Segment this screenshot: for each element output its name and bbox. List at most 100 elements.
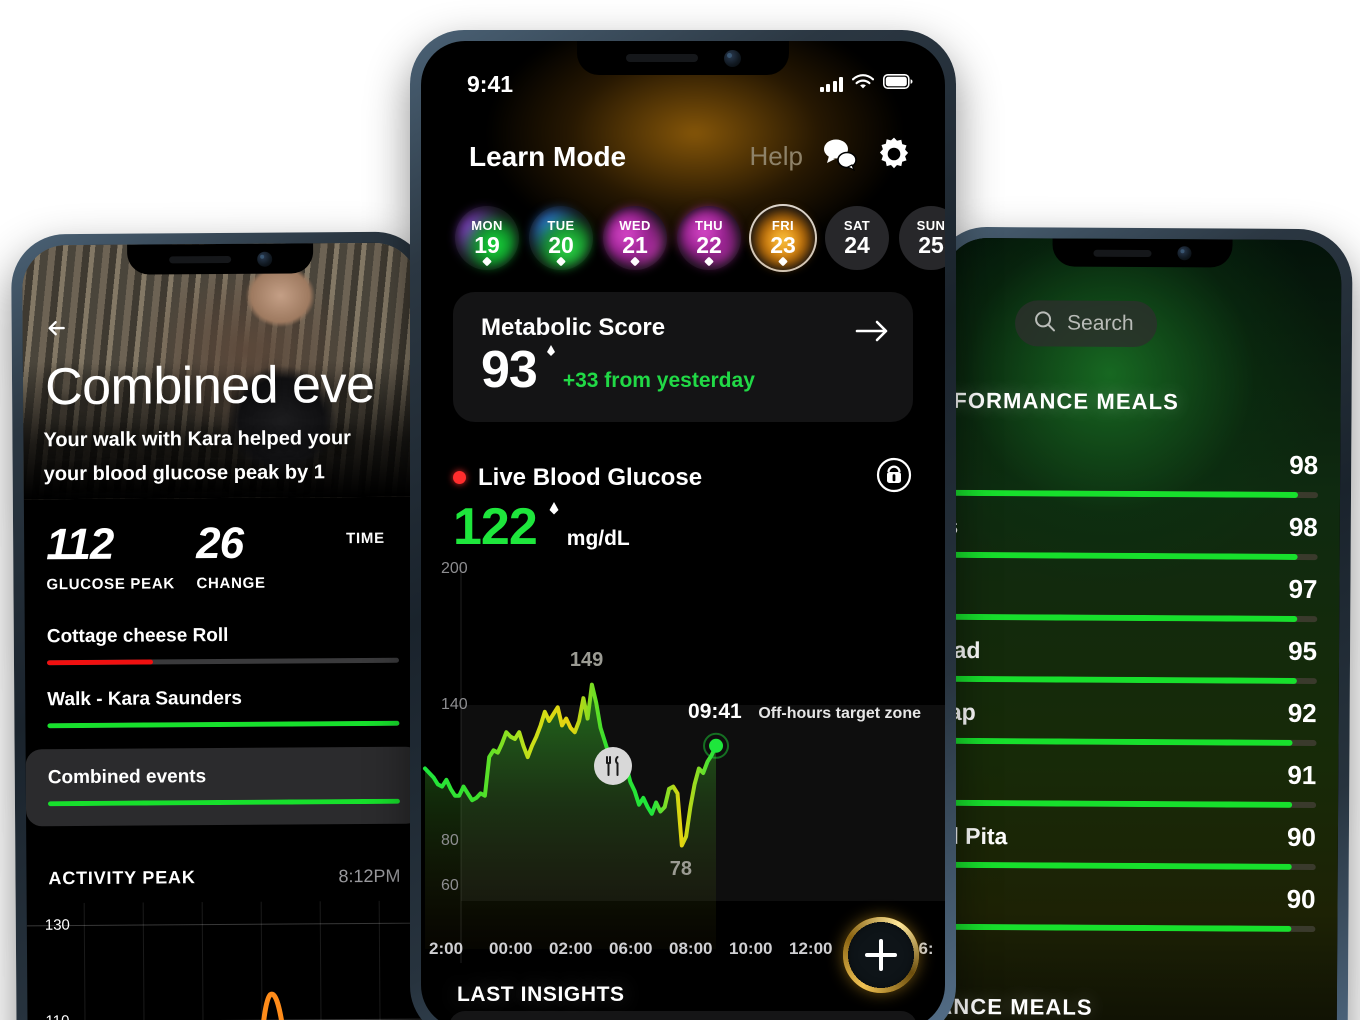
list-item[interactable]: y97 — [938, 558, 1318, 623]
live-dot-icon — [453, 471, 466, 484]
day-date: 22 — [696, 231, 722, 258]
help-label[interactable]: Help — [750, 141, 803, 172]
event-title: Combined events — [47, 766, 207, 789]
left-notch — [127, 243, 314, 275]
axis-tick-label: 80 — [441, 832, 459, 849]
day-pill-sat[interactable]: SAT 24 — [825, 206, 889, 270]
signal-bars-icon — [819, 76, 843, 92]
event-title: Walk - Kara Saunders — [47, 687, 242, 711]
day-date: 24 — [844, 231, 870, 258]
metabolic-score-delta: +33 from yesterday — [562, 369, 755, 392]
plus-icon — [865, 939, 897, 971]
header-actions: Help — [750, 135, 913, 178]
left-phone-screen: Combined eve Your walk with Kara helped … — [22, 242, 424, 1020]
section-title-high-performance-meals: ERFORMANCE MEALS — [938, 387, 1180, 415]
axis-tick-label: 08:00 — [669, 939, 713, 958]
meals-list: ar98kes98y97Salad95Wrap92Fry91and Pita90… — [938, 434, 1318, 933]
axis-tick-label: 10:00 — [729, 939, 773, 958]
stat-label: CHANGE — [196, 574, 266, 593]
list-item[interactable]: Walk - Kara Saunders — [25, 676, 421, 742]
axis-tick-label: 02:00 — [549, 939, 593, 958]
front-camera-icon — [1177, 246, 1192, 261]
list-item[interactable]: sa90 — [938, 868, 1316, 933]
axis-tick-label: 2:00 — [429, 939, 464, 958]
status-bar-icons — [819, 73, 914, 95]
list-item[interactable]: Wrap 92 — [938, 682, 1317, 747]
stat-glucose-peak: 112 GLUCOSE PEAK — [46, 520, 196, 594]
front-camera-icon — [256, 251, 272, 267]
app-header: Learn Mode Help — [421, 105, 945, 178]
gear-icon[interactable] — [875, 135, 913, 178]
day-weekday: SAT — [843, 217, 871, 233]
status-bar-time: 9:41 — [467, 70, 514, 97]
stat-change: 26 CHANGE — [195, 518, 346, 593]
day-date: 25 — [918, 231, 944, 258]
day-weekday: MON — [471, 217, 503, 233]
center-phone-device: 9:41 Learn Mode Help MON 19 TUE 20 WED 2… — [410, 30, 956, 1020]
right-phone-device: Search ERFORMANCE MEALS ar98kes98y97Sala… — [927, 226, 1353, 1020]
activity-peak-header: ACTIVITY PEAK 8:12PM — [26, 830, 422, 896]
meal-score: 91 — [1287, 759, 1317, 791]
arrow-right-icon[interactable] — [855, 318, 889, 349]
day-pill-tue[interactable]: TUE 20 — [529, 206, 593, 270]
day-pill-wed[interactable]: WED 21 — [603, 206, 667, 270]
activity-peak-chart: 130 110 — [26, 900, 424, 1020]
status-bar: 9:41 — [421, 41, 945, 105]
list-item[interactable]: Salad 95 — [938, 620, 1318, 685]
activity-peak-label: ACTIVITY PEAK — [48, 867, 196, 889]
target-zone-label: Off-hours target zone — [758, 705, 921, 722]
stat-value: 26 — [195, 518, 244, 569]
meal-score: 92 — [1287, 697, 1317, 729]
day-date: 19 — [474, 231, 500, 258]
meal-score: 90 — [1286, 821, 1317, 853]
axis-tick-label: 00:00 — [489, 939, 533, 958]
week-day-selector: MON 19 TUE 20 WED 21 THU 22 FRI 23 SAT 24 SUN 25 — [421, 178, 945, 270]
arrow-left-icon[interactable] — [41, 311, 75, 345]
list-item[interactable]: ar98 — [938, 434, 1318, 499]
add-button[interactable] — [843, 917, 919, 993]
day-weekday: WED — [619, 217, 651, 233]
day-pill-sun[interactable]: SUN 25 — [899, 206, 945, 270]
cgm-sensor-icon[interactable] — [875, 456, 913, 499]
event-bar-fill — [46, 659, 153, 666]
meal-score: 98 — [1288, 511, 1318, 543]
meal-score: 95 — [1288, 635, 1318, 667]
meal-score: 97 — [1288, 573, 1318, 605]
chat-bubbles-icon[interactable] — [819, 137, 859, 176]
day-pill-thu[interactable]: THU 22 — [677, 206, 741, 270]
screenshot-root: Combined eve Your walk with Kara helped … — [0, 0, 1360, 1020]
insight-card-peek[interactable] — [449, 1011, 917, 1020]
glucose-chart[interactable]: 200 140 80 60 Off-hours target zone 149 … — [421, 560, 945, 963]
metabolic-score-card[interactable]: Metabolic Score 93 +33 from yesterday — [453, 292, 913, 422]
day-pill-mon[interactable]: MON 19 — [455, 206, 519, 270]
list-item[interactable]: Fry91 — [938, 744, 1317, 809]
live-glucose-unit: mg/dL — [566, 527, 630, 550]
day-date: 23 — [770, 231, 796, 258]
right-phone-screen: Search ERFORMANCE MEALS ar98kes98y97Sala… — [938, 237, 1342, 1020]
live-glucose-value: 122 — [453, 498, 538, 556]
list-item[interactable]: and Pita90 — [938, 806, 1317, 871]
center-phone-screen: 9:41 Learn Mode Help MON 19 TUE 20 WED 2… — [421, 41, 945, 1020]
live-glucose-label: Live Blood Glucose — [478, 463, 703, 491]
battery-icon — [883, 74, 913, 94]
event-title: Cottage cheese Roll — [46, 624, 229, 648]
day-pill-fri[interactable]: FRI 23 — [751, 206, 815, 270]
event-bar-track — [47, 798, 400, 807]
search-input[interactable]: Search — [1014, 300, 1158, 348]
list-item[interactable]: Cottage cheese Roll — [25, 613, 421, 679]
section-title-performance-meals-2: MANCE MEALS — [938, 993, 1093, 1020]
live-blood-glucose-section: Live Blood Glucose 122 mg/dL — [453, 456, 913, 553]
search-placeholder: Search — [1066, 311, 1134, 335]
axis-tick-label: 200 — [441, 560, 468, 577]
last-insights-label: LAST INSIGHTS — [457, 983, 625, 1006]
hero-subtitle: Your walk with Kara helped your your blo… — [43, 420, 424, 491]
event-bar-track — [46, 657, 400, 666]
event-hero-image: Combined eve Your walk with Kara helped … — [22, 242, 420, 500]
meal-score: 90 — [1286, 883, 1316, 915]
stat-label: GLUCOSE PEAK — [46, 575, 175, 594]
list-item[interactable]: kes98 — [938, 496, 1318, 561]
diamond-up-icon — [545, 502, 563, 527]
earpiece-speaker — [168, 255, 231, 263]
list-item-selected[interactable]: Combined events — [25, 746, 423, 827]
event-bar-fill — [47, 720, 400, 729]
